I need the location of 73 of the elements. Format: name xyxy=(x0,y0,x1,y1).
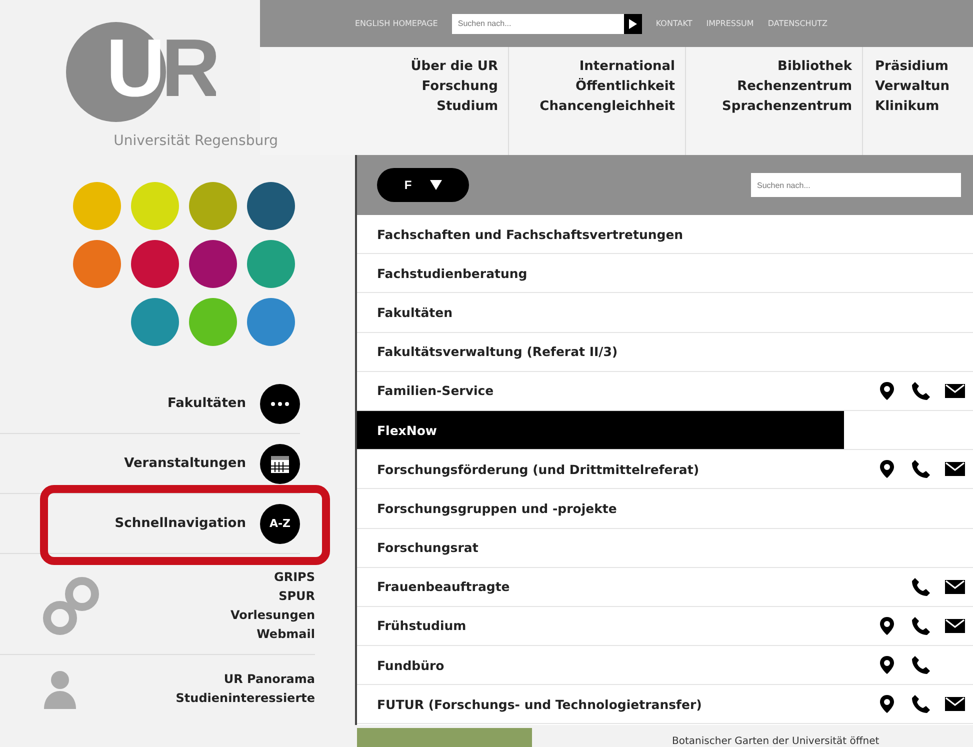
nav-link[interactable]: Forschung xyxy=(422,77,498,97)
color-dot[interactable] xyxy=(73,182,121,230)
search-button[interactable] xyxy=(624,14,642,34)
directory-entry[interactable]: Fakultätsverwaltung (Referat II/3) xyxy=(357,332,844,371)
color-dot[interactable] xyxy=(247,240,295,288)
letter-dropdown[interactable]: F xyxy=(377,168,469,202)
side-menu-link[interactable]: Schnellnavigation xyxy=(114,516,246,531)
nav-link[interactable]: Rechenzentrum xyxy=(737,77,852,97)
location-pin-icon[interactable] xyxy=(880,382,894,400)
mail-icon[interactable] xyxy=(945,462,965,476)
nav-link[interactable]: Öffentlichkeit xyxy=(575,77,675,97)
phone-icon[interactable] xyxy=(912,382,930,400)
location-pin-icon[interactable] xyxy=(880,616,894,635)
phone-icon[interactable] xyxy=(912,460,930,478)
calendar-icon xyxy=(270,454,290,474)
play-arrow-icon xyxy=(628,18,637,28)
directory-entry[interactable]: Familien-Service xyxy=(357,372,844,410)
quick-link[interactable]: SPUR xyxy=(278,587,315,606)
side-menu-link[interactable]: Fakultäten xyxy=(167,396,246,411)
directory-entry[interactable]: Frauenbeauftragte xyxy=(357,568,844,606)
phone-icon[interactable] xyxy=(912,616,930,635)
nav-link[interactable]: Über die UR xyxy=(410,57,498,77)
color-dot[interactable] xyxy=(189,298,237,346)
ellipsis-icon xyxy=(271,402,289,406)
quick-link[interactable]: Vorlesungen xyxy=(230,606,315,625)
nav-link[interactable]: Chancengleichheit xyxy=(540,97,675,117)
color-dot[interactable] xyxy=(247,298,295,346)
directory-entry[interactable]: Forschungsförderung (und Drittmittelreferat) xyxy=(357,450,844,488)
nav-link[interactable]: Sprachenzentrum xyxy=(722,97,852,117)
audience-link[interactable]: Studieninteressierte xyxy=(176,689,315,708)
side-menu-link[interactable]: Veranstaltungen xyxy=(124,456,246,471)
a-z-badge[interactable]: A-Z xyxy=(260,504,300,544)
news-caption[interactable]: Botanischer Garten der Universität öffnet xyxy=(672,736,880,747)
phone-icon[interactable] xyxy=(912,656,930,674)
color-dot[interactable] xyxy=(247,182,295,230)
audience-link[interactable]: UR Panorama xyxy=(224,670,315,689)
mail-icon[interactable] xyxy=(945,697,965,712)
color-dot[interactable] xyxy=(131,182,179,230)
directory-entry[interactable]: FUTUR (Forschungs- und Technologietransfer) xyxy=(357,685,844,724)
color-dot[interactable] xyxy=(73,240,121,288)
directory-entry[interactable]: Fachstudienberatung xyxy=(357,254,844,292)
mail-icon[interactable] xyxy=(945,580,965,594)
color-dot[interactable] xyxy=(131,240,179,288)
location-pin-icon[interactable] xyxy=(880,656,894,674)
mail-icon[interactable] xyxy=(945,618,965,633)
directory-entry[interactable]: Frühstudium xyxy=(357,606,844,646)
caret-icon xyxy=(430,180,442,190)
color-dot[interactable] xyxy=(189,240,237,288)
nav-link[interactable]: Studium xyxy=(436,97,498,117)
color-dot[interactable] xyxy=(189,182,237,230)
phone-icon[interactable] xyxy=(912,695,930,714)
search-field[interactable]: Suchen nach... xyxy=(751,173,961,197)
nav-link[interactable]: Verwaltun xyxy=(875,77,950,97)
nav-link[interactable]: Bibliothek xyxy=(778,57,852,77)
nav-link[interactable]: Klinikum xyxy=(875,97,940,117)
directory-entry[interactable]: Fachschaften und Fachschaftsvertretungen xyxy=(357,215,844,254)
phone-icon[interactable] xyxy=(912,578,930,596)
nav-link[interactable]: International xyxy=(579,57,675,77)
search-field[interactable]: Suchen nach... xyxy=(452,14,624,34)
quick-link[interactable]: Webmail xyxy=(256,625,315,644)
directory-entry[interactable]: FlexNow xyxy=(357,410,844,450)
nav-link[interactable]: Präsidium xyxy=(875,57,948,77)
location-pin-icon[interactable] xyxy=(880,460,894,478)
color-dot[interactable] xyxy=(131,298,179,346)
mail-icon[interactable] xyxy=(945,384,965,398)
menu-circle-icon[interactable] xyxy=(260,384,300,424)
location-pin-icon[interactable] xyxy=(880,695,894,714)
directory-entry[interactable]: Forschungsgruppen und -projekte xyxy=(357,489,844,528)
directory-entry[interactable]: Fakultäten xyxy=(357,293,844,332)
quick-link[interactable]: GRIPS xyxy=(274,568,315,587)
menu-circle-icon[interactable] xyxy=(260,444,300,484)
directory-entry[interactable]: Forschungsrat xyxy=(357,528,844,567)
directory-entry[interactable]: Fundbüro xyxy=(357,646,844,684)
